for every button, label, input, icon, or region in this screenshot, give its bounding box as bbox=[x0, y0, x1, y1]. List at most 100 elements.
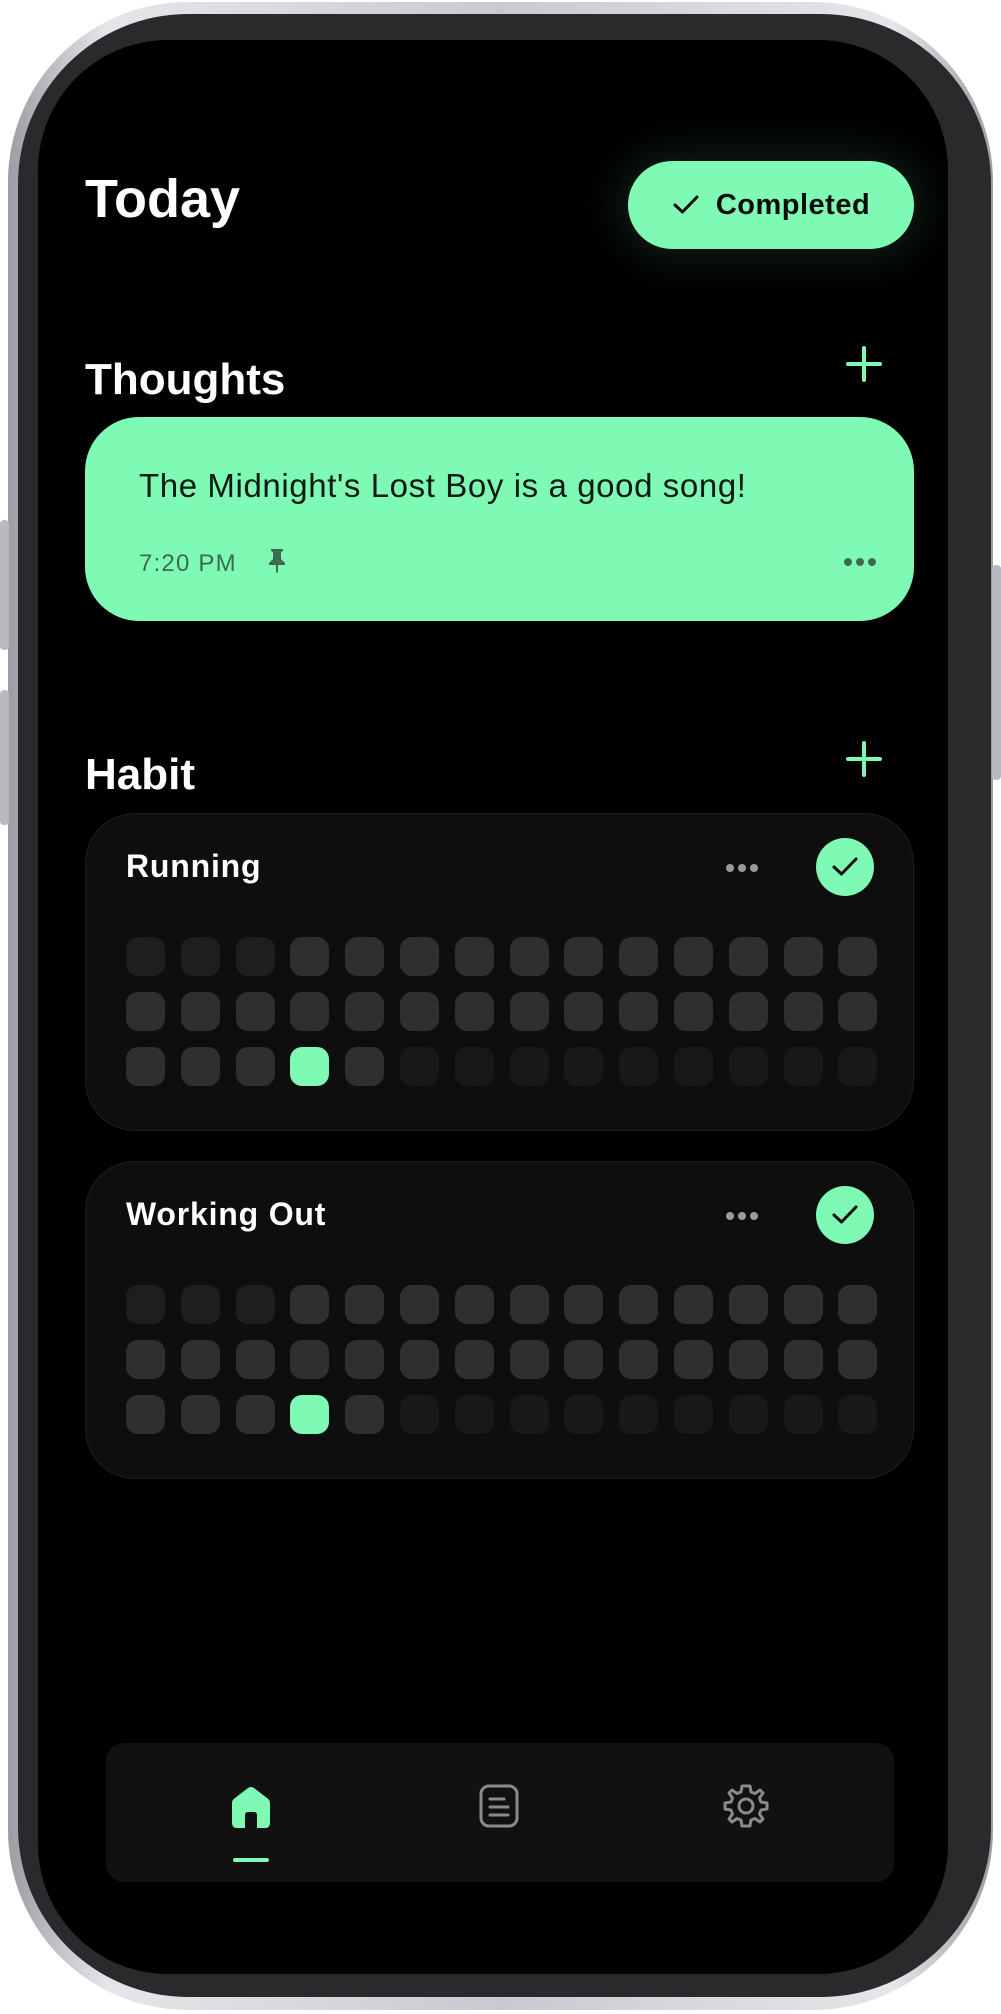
habit-day-cell bbox=[399, 1340, 439, 1379]
habit-day-cell bbox=[728, 1395, 768, 1434]
habit-day-cell bbox=[399, 1395, 439, 1434]
habit-day-cell bbox=[180, 937, 220, 976]
habit-day-cell bbox=[454, 992, 494, 1031]
thoughts-title: Thoughts bbox=[85, 355, 286, 404]
habit-day-cell bbox=[235, 992, 275, 1031]
habit-day-cell bbox=[126, 937, 165, 976]
habit-day-cell bbox=[564, 1395, 604, 1434]
pin-icon bbox=[269, 549, 285, 573]
habit-day-cell bbox=[673, 1340, 713, 1379]
habit-day-cell bbox=[619, 1047, 659, 1086]
add-habit-button[interactable] bbox=[842, 737, 886, 781]
habit-day-cell bbox=[728, 1047, 768, 1086]
habit-day-cell bbox=[345, 1340, 385, 1379]
habit-day-cell bbox=[290, 992, 330, 1031]
tab-notes[interactable] bbox=[474, 1783, 524, 1839]
habit-day-cell bbox=[290, 1285, 330, 1324]
habit-day-cell bbox=[126, 1285, 165, 1324]
habit-card-working-out[interactable]: Working Out bbox=[85, 1161, 914, 1479]
habit-day-cell bbox=[345, 992, 385, 1031]
habit-day-cell bbox=[509, 937, 549, 976]
habit-day-cell bbox=[180, 1285, 220, 1324]
habit-day-cell bbox=[345, 1285, 385, 1324]
habit-day-cell bbox=[399, 1047, 439, 1086]
habit-day-cell bbox=[345, 937, 385, 976]
habit-day-cell bbox=[290, 1047, 330, 1086]
habit-day-cell bbox=[509, 1395, 549, 1434]
habit-grid bbox=[126, 1285, 878, 1434]
habit-day-cell bbox=[399, 937, 439, 976]
habit-complete-button[interactable] bbox=[816, 1186, 874, 1244]
habit-card-running[interactable]: Running bbox=[85, 813, 914, 1131]
habit-day-cell bbox=[235, 1047, 275, 1086]
habit-day-cell bbox=[838, 992, 878, 1031]
habit-day-cell bbox=[619, 1285, 659, 1324]
habit-day-cell bbox=[783, 1395, 823, 1434]
habit-day-cell bbox=[454, 1047, 494, 1086]
thought-time: 7:20 PM bbox=[139, 550, 237, 577]
habit-more-icon[interactable] bbox=[722, 1204, 762, 1228]
habit-day-cell bbox=[838, 1395, 878, 1434]
tab-home[interactable] bbox=[226, 1783, 276, 1839]
tab-settings[interactable] bbox=[721, 1783, 771, 1839]
thought-more-icon[interactable] bbox=[840, 550, 880, 574]
side-button-left-1 bbox=[0, 520, 9, 650]
habit-day-cell bbox=[619, 1340, 659, 1379]
habit-day-cell bbox=[728, 1285, 768, 1324]
habit-day-cell bbox=[838, 1047, 878, 1086]
habit-day-cell bbox=[619, 992, 659, 1031]
habit-day-cell bbox=[235, 937, 275, 976]
habit-day-cell bbox=[126, 1340, 165, 1379]
side-button-left-2 bbox=[0, 690, 9, 825]
check-icon bbox=[832, 857, 858, 876]
habit-day-cell bbox=[509, 992, 549, 1031]
habit-day-cell bbox=[838, 1340, 878, 1379]
app-screen: Today Completed Thoughts The Midnight's … bbox=[38, 40, 948, 1974]
habit-day-cell bbox=[728, 992, 768, 1031]
page-title: Today bbox=[85, 169, 241, 229]
habit-grid bbox=[126, 937, 878, 1086]
habit-day-cell bbox=[564, 1340, 604, 1379]
habit-day-cell bbox=[564, 1047, 604, 1086]
habit-day-cell bbox=[783, 992, 823, 1031]
habit-more-icon[interactable] bbox=[722, 856, 762, 880]
habit-day-cell bbox=[783, 937, 823, 976]
completed-button[interactable]: Completed bbox=[628, 161, 914, 249]
habit-day-cell bbox=[454, 1395, 494, 1434]
habit-complete-button[interactable] bbox=[816, 838, 874, 896]
habit-day-cell bbox=[345, 1047, 385, 1086]
home-icon bbox=[232, 1787, 270, 1828]
habit-day-cell bbox=[564, 937, 604, 976]
habit-day-cell bbox=[399, 992, 439, 1031]
habit-name: Running bbox=[126, 848, 262, 884]
habit-day-cell bbox=[180, 1340, 220, 1379]
habit-name: Working Out bbox=[126, 1196, 327, 1232]
habit-day-cell bbox=[126, 1047, 165, 1086]
check-icon bbox=[673, 195, 699, 214]
habit-day-cell bbox=[783, 1285, 823, 1324]
habit-day-cell bbox=[728, 1340, 768, 1379]
habit-day-cell bbox=[180, 992, 220, 1031]
add-thought-button[interactable] bbox=[842, 342, 886, 386]
habit-day-cell bbox=[180, 1047, 220, 1086]
habit-day-cell bbox=[126, 992, 165, 1031]
habit-day-cell bbox=[564, 1285, 604, 1324]
habit-day-cell bbox=[673, 1285, 713, 1324]
document-icon bbox=[479, 1784, 519, 1828]
habit-day-cell bbox=[235, 1285, 275, 1324]
habit-day-cell bbox=[509, 1285, 549, 1324]
habit-day-cell bbox=[290, 1340, 330, 1379]
thought-text: The Midnight's Lost Boy is a good song! bbox=[139, 467, 747, 504]
habit-day-cell bbox=[180, 1395, 220, 1434]
habit-day-cell bbox=[290, 937, 330, 976]
habit-day-cell bbox=[783, 1340, 823, 1379]
check-icon bbox=[832, 1205, 858, 1224]
habit-day-cell bbox=[235, 1340, 275, 1379]
habit-day-cell bbox=[454, 1340, 494, 1379]
thought-card[interactable]: The Midnight's Lost Boy is a good song! … bbox=[85, 417, 914, 621]
habit-day-cell bbox=[399, 1285, 439, 1324]
habit-day-cell bbox=[564, 992, 604, 1031]
habit-day-cell bbox=[673, 992, 713, 1031]
habit-day-cell bbox=[454, 937, 494, 976]
gear-icon bbox=[723, 1784, 769, 1828]
